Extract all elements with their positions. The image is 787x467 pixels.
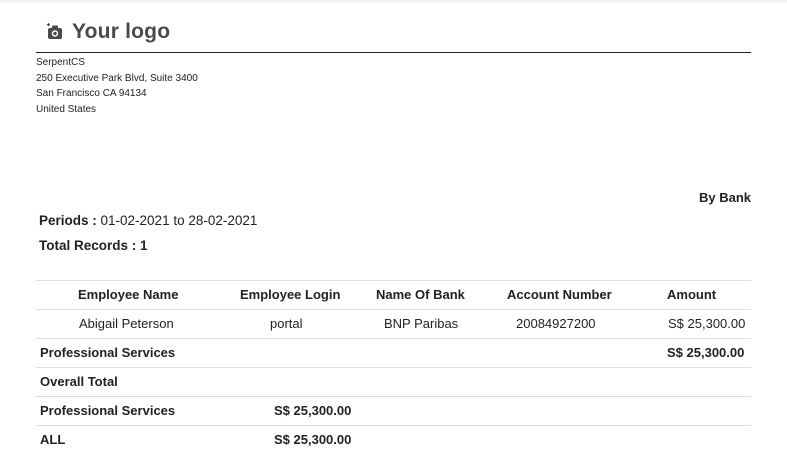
company-logo: Your logo <box>46 20 170 44</box>
company-name: SerpentCS <box>36 57 85 68</box>
overall-department-amount: S$ 25,300.00 <box>274 403 352 418</box>
department-total-label: Professional Services <box>40 345 176 360</box>
department-total-row: Professional Services S$ 25,300.00 <box>36 338 751 367</box>
period-label: Periods : <box>39 213 101 228</box>
department-total-amount: S$ 25,300.00 <box>667 345 745 360</box>
company-address: SerpentCS 250 Executive Park Blvd, Suite… <box>36 55 198 117</box>
employee-login-cell: portal <box>270 316 303 331</box>
overall-all-label: ALL <box>40 432 66 447</box>
top-edge-shadow <box>0 0 787 4</box>
overall-total-label: Overall Total <box>40 374 118 389</box>
period-value: 01-02-2021 to 28-02-2021 <box>100 213 258 228</box>
payroll-table: Employee Name Employee Login Name Of Ban… <box>36 280 751 454</box>
amount-cell: S$ 25,300.00 <box>668 316 746 331</box>
overall-all-amount: S$ 25,300.00 <box>274 432 352 447</box>
company-city: San Francisco CA 94134 <box>36 88 147 99</box>
company-country: United States <box>36 103 97 115</box>
column-header: Account Number <box>507 287 612 302</box>
overall-department-label: Professional Services <box>40 403 176 418</box>
account-number-cell: 20084927200 <box>516 316 596 331</box>
table-header-row: Employee Name Employee Login Name Of Ban… <box>36 280 751 309</box>
logo-text: Your logo <box>72 20 171 43</box>
employee-name-cell: Abigail Peterson <box>79 316 174 331</box>
report-period: Periods : 01-02-2021 to 28-02-2021 <box>39 213 257 228</box>
camera-icon <box>47 23 62 39</box>
bank-name-cell: BNP Paribas <box>384 316 459 331</box>
company-street: 250 Executive Park Blvd, Suite 3400 <box>36 72 198 84</box>
header-divider <box>36 52 751 53</box>
column-header: Employee Name <box>78 287 179 302</box>
overall-department-row: Professional Services S$ 25,300.00 <box>36 396 751 425</box>
column-header: Employee Login <box>240 287 341 302</box>
overall-total-row: Overall Total <box>36 367 751 396</box>
report-mode: By Bank <box>698 190 751 205</box>
total-records: Total Records : 1 <box>39 238 148 253</box>
column-header: Name Of Bank <box>376 287 465 302</box>
column-header: Amount <box>667 287 717 302</box>
table-row: Abigail Peterson portal BNP Paribas 2008… <box>36 309 751 338</box>
overall-all-row: ALL S$ 25,300.00 <box>36 425 751 454</box>
